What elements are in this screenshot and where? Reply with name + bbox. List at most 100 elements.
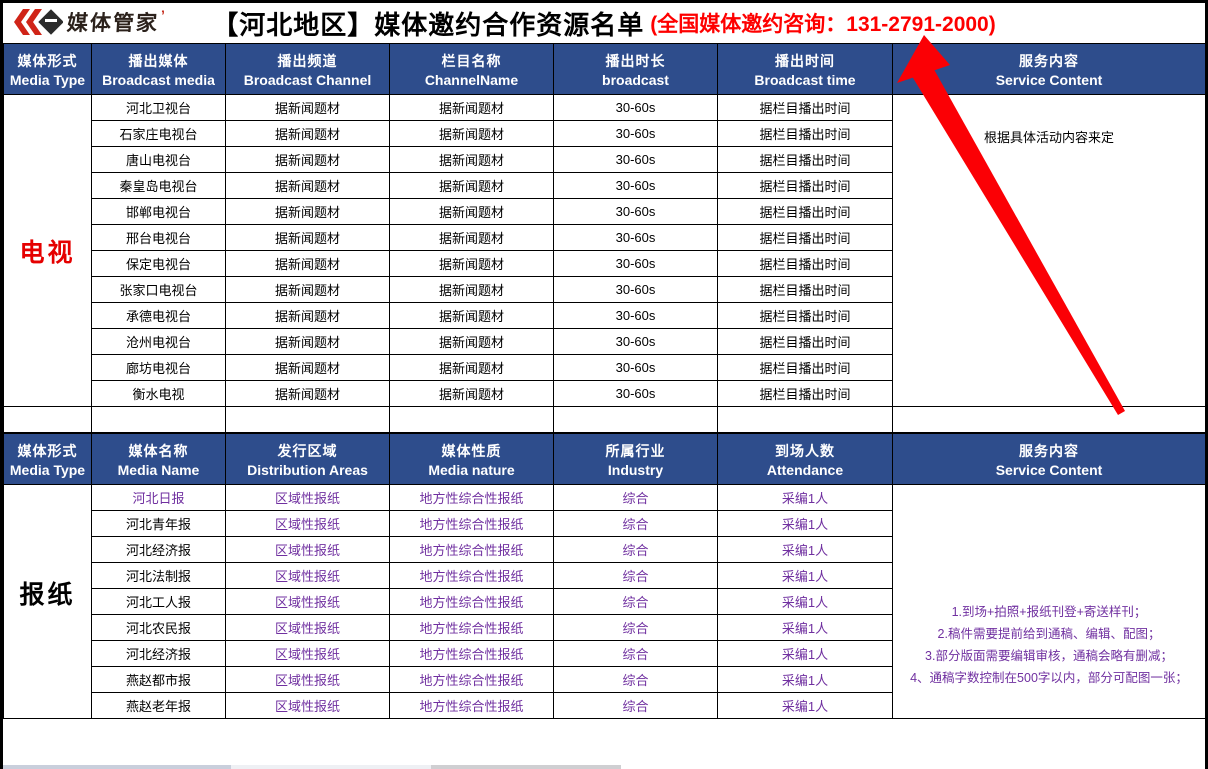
tv-program-cell: 据新闻题材 — [390, 355, 554, 381]
tv-channel-cell: 据新闻题材 — [226, 199, 390, 225]
service-line: 3.部分版面需要编辑审核，通稿会略有删减； — [895, 645, 1203, 667]
paper-industry-cell: 综合 — [554, 615, 718, 641]
paper-name-cell: 河北青年报 — [92, 511, 226, 537]
tv-program-cell: 据新闻题材 — [390, 173, 554, 199]
tv-program-cell: 据新闻题材 — [390, 277, 554, 303]
paper-name-cell: 河北经济报 — [92, 641, 226, 667]
tv-media-cell: 唐山电视台 — [92, 147, 226, 173]
paper-industry-cell: 综合 — [554, 589, 718, 615]
strip-segment — [3, 765, 231, 769]
tv-program-cell: 据新闻题材 — [390, 121, 554, 147]
paper-industry-cell: 综合 — [554, 537, 718, 563]
paper-nature-cell: 地方性综合性报纸 — [390, 641, 554, 667]
tv-channel-cell: 据新闻题材 — [226, 381, 390, 407]
logo-chevrons-icon — [11, 6, 63, 38]
brand-logo: 媒体管家’ — [11, 6, 165, 38]
tv-media-cell: 沧州电视台 — [92, 329, 226, 355]
tv-media-cell: 秦皇岛电视台 — [92, 173, 226, 199]
table-row: 报纸 河北日报 区域性报纸 地方性综合性报纸 综合 采编1人 1.到场+拍照+报… — [4, 485, 1206, 511]
paper-area-cell: 区域性报纸 — [226, 563, 390, 589]
tv-time-cell: 据栏目播出时间 — [718, 199, 893, 225]
tv-time-cell: 据栏目播出时间 — [718, 303, 893, 329]
tv-time-cell: 据栏目播出时间 — [718, 251, 893, 277]
page-title: 【河北地区】媒体邀约合作资源名单 — [212, 5, 644, 42]
tv-duration-cell: 30-60s — [554, 173, 718, 199]
empty-cell — [92, 407, 226, 433]
paper-name-cell: 河北农民报 — [92, 615, 226, 641]
paper-industry-cell: 综合 — [554, 511, 718, 537]
strip-segment — [231, 765, 431, 769]
tv-header-time: 播出时间Broadcast time — [718, 44, 893, 95]
paper-attendance-cell: 采编1人 — [718, 667, 893, 693]
tv-media-cell: 邢台电视台 — [92, 225, 226, 251]
paper-name-cell: 河北经济报 — [92, 537, 226, 563]
paper-nature-cell: 地方性综合性报纸 — [390, 589, 554, 615]
paper-area-cell: 区域性报纸 — [226, 485, 390, 511]
empty-cell — [718, 407, 893, 433]
paper-header-attendance: 到场人数Attendance — [718, 434, 893, 485]
paper-attendance-cell: 采编1人 — [718, 589, 893, 615]
tv-time-cell: 据栏目播出时间 — [718, 277, 893, 303]
tv-section-label: 电视 — [4, 95, 92, 407]
tv-program-cell: 据新闻题材 — [390, 251, 554, 277]
tv-media-cell: 河北卫视台 — [92, 95, 226, 121]
tv-duration-cell: 30-60s — [554, 147, 718, 173]
tv-table: 媒体形式Media Type 播出媒体Broadcast media 播出频道B… — [3, 43, 1206, 433]
paper-header-nature: 媒体性质Media nature — [390, 434, 554, 485]
tv-channel-cell: 据新闻题材 — [226, 95, 390, 121]
tv-duration-cell: 30-60s — [554, 355, 718, 381]
tv-time-cell: 据栏目播出时间 — [718, 173, 893, 199]
paper-service-content: 1.到场+拍照+报纸刊登+寄送样刊； 2.稿件需要提前给到通稿、编辑、配图； 3… — [893, 485, 1206, 719]
paper-attendance-cell: 采编1人 — [718, 641, 893, 667]
tv-duration-cell: 30-60s — [554, 121, 718, 147]
tv-time-cell: 据栏目播出时间 — [718, 381, 893, 407]
tv-duration-cell: 30-60s — [554, 329, 718, 355]
paper-attendance-cell: 采编1人 — [718, 615, 893, 641]
tv-time-cell: 据栏目播出时间 — [718, 329, 893, 355]
tv-program-cell: 据新闻题材 — [390, 381, 554, 407]
tv-media-cell: 邯郸电视台 — [92, 199, 226, 225]
tv-media-cell: 石家庄电视台 — [92, 121, 226, 147]
bottom-edge-strip — [3, 765, 1205, 769]
tv-header-channel-name: 栏目名称ChannelName — [390, 44, 554, 95]
tv-program-cell: 据新闻题材 — [390, 329, 554, 355]
paper-table: 媒体形式Media Type 媒体名称Media Name 发行区域Distri… — [3, 433, 1206, 719]
paper-nature-cell: 地方性综合性报纸 — [390, 615, 554, 641]
tv-duration-cell: 30-60s — [554, 225, 718, 251]
paper-industry-cell: 综合 — [554, 667, 718, 693]
tv-time-cell: 据栏目播出时间 — [718, 225, 893, 251]
empty-cell — [554, 407, 718, 433]
tv-channel-cell: 据新闻题材 — [226, 355, 390, 381]
tv-time-cell: 据栏目播出时间 — [718, 121, 893, 147]
paper-area-cell: 区域性报纸 — [226, 693, 390, 719]
tv-header-row: 媒体形式Media Type 播出媒体Broadcast media 播出频道B… — [4, 44, 1206, 95]
logo-text: 媒体管家 — [66, 7, 160, 37]
service-line: 1.到场+拍照+报纸刊登+寄送样刊； — [895, 601, 1203, 623]
empty-cell — [4, 407, 92, 433]
tv-duration-cell: 30-60s — [554, 277, 718, 303]
tv-media-cell: 廊坊电视台 — [92, 355, 226, 381]
paper-name-cell: 燕赵都市报 — [92, 667, 226, 693]
paper-attendance-cell: 采编1人 — [718, 511, 893, 537]
paper-nature-cell: 地方性综合性报纸 — [390, 485, 554, 511]
paper-name-cell: 燕赵老年报 — [92, 693, 226, 719]
paper-attendance-cell: 采编1人 — [718, 537, 893, 563]
tv-header-service: 服务内容Service Content — [893, 44, 1206, 95]
tv-header-broadcast-media: 播出媒体Broadcast media — [92, 44, 226, 95]
tv-channel-cell: 据新闻题材 — [226, 225, 390, 251]
tv-program-cell: 据新闻题材 — [390, 225, 554, 251]
paper-industry-cell: 综合 — [554, 641, 718, 667]
tv-program-cell: 据新闻题材 — [390, 303, 554, 329]
title-bar: 媒体管家’ 【河北地区】媒体邀约合作资源名单 (全国媒体邀约咨询：131-279… — [3, 3, 1205, 43]
paper-name-cell: 河北工人报 — [92, 589, 226, 615]
service-line: 4、通稿字数控制在500字以内，部分可配图一张； — [895, 667, 1203, 689]
paper-industry-cell: 综合 — [554, 693, 718, 719]
empty-cell — [226, 407, 390, 433]
logo-tick-mark: ’ — [161, 7, 165, 23]
paper-section-label: 报纸 — [4, 485, 92, 719]
tv-media-cell: 衡水电视 — [92, 381, 226, 407]
paper-area-cell: 区域性报纸 — [226, 537, 390, 563]
paper-industry-cell: 综合 — [554, 485, 718, 511]
tv-program-cell: 据新闻题材 — [390, 95, 554, 121]
table-row: 电视 河北卫视台 据新闻题材 据新闻题材 30-60s 据栏目播出时间 根据具体… — [4, 95, 1206, 121]
